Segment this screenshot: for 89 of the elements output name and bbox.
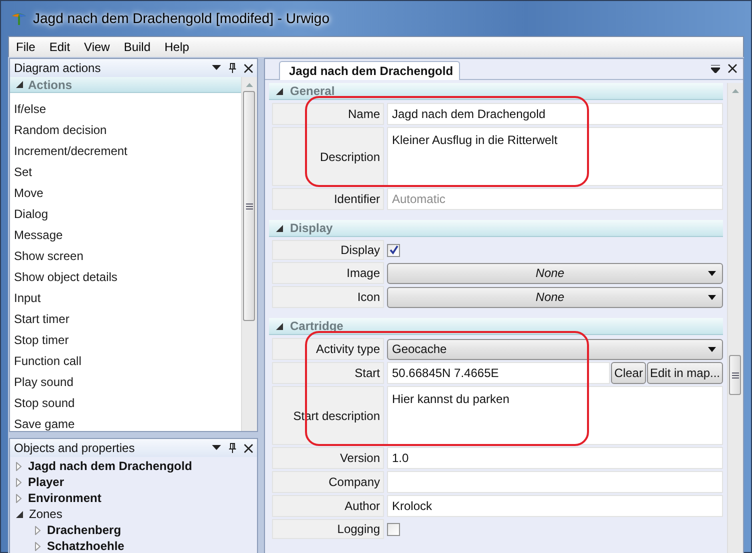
dropdown[interactable]: None xyxy=(387,262,723,284)
section-header[interactable]: Actions xyxy=(28,78,72,92)
scroll-thumb[interactable] xyxy=(729,355,741,395)
text-field[interactable]: Jagd nach dem Drachengold xyxy=(387,103,723,125)
tree-item[interactable]: Schatzhoehle xyxy=(47,539,124,553)
panel-title: Diagram actions xyxy=(14,61,102,75)
document-tab[interactable]: Jagd nach dem Drachengold xyxy=(279,61,460,80)
checkbox[interactable] xyxy=(387,244,400,256)
text-field[interactable]: 1.0 xyxy=(387,447,723,469)
property-label: Image xyxy=(346,266,380,280)
action-item[interactable]: Random decision xyxy=(14,120,107,141)
tree-item[interactable]: Drachenberg xyxy=(47,523,122,537)
text-area[interactable]: Kleiner Ausflug in die Ritterwelt xyxy=(387,127,723,186)
text-field[interactable]: Krolock xyxy=(387,495,723,517)
pin-icon[interactable] xyxy=(229,63,236,73)
tree-item[interactable]: Player xyxy=(28,475,64,489)
scroll-thumb[interactable] xyxy=(243,91,255,321)
property-label: Icon xyxy=(357,290,380,304)
button[interactable]: Clear xyxy=(611,362,646,384)
close-icon[interactable] xyxy=(244,64,253,72)
expanded-arrow-icon[interactable] xyxy=(276,88,283,94)
dropdown[interactable]: None xyxy=(387,286,723,308)
action-item[interactable]: Show object details xyxy=(14,267,118,288)
tree-item[interactable]: Jagd nach dem Drachengold xyxy=(28,459,192,473)
expanded-arrow-icon[interactable] xyxy=(16,510,23,518)
checkbox[interactable] xyxy=(387,522,400,536)
text-field[interactable] xyxy=(387,471,723,493)
grip-icon xyxy=(732,372,738,378)
expanded-arrow-icon[interactable] xyxy=(276,322,283,330)
property-label: Description xyxy=(320,150,380,164)
action-item[interactable]: Save game xyxy=(14,414,75,431)
dropdown-arrow-icon xyxy=(708,346,716,352)
close-icon[interactable] xyxy=(728,64,737,73)
collapsed-arrow-icon[interactable] xyxy=(16,494,22,502)
menu-item[interactable]: File xyxy=(9,40,42,54)
action-item[interactable]: Message xyxy=(14,225,63,246)
action-item[interactable]: Increment/decrement xyxy=(14,141,128,162)
action-item[interactable]: Start timer xyxy=(14,309,70,330)
dropdown-icon[interactable] xyxy=(212,65,221,71)
property-label: Identifier xyxy=(334,192,380,206)
action-item[interactable]: Play sound xyxy=(14,372,74,393)
property-label: Logging xyxy=(337,522,380,536)
grip-icon xyxy=(246,202,252,210)
window-title: Jagd nach dem Drachengold [modifed] - Urwigo xyxy=(33,10,330,26)
dropdown-icon[interactable] xyxy=(212,445,221,451)
menu-item[interactable]: Help xyxy=(158,40,196,54)
button[interactable]: Edit in map... xyxy=(646,362,723,384)
tree-item[interactable]: Zones xyxy=(29,507,62,521)
property-label: Activity type xyxy=(316,342,380,356)
text-field[interactable]: 50.66845N 7.4665E xyxy=(387,362,610,384)
collapsed-arrow-icon[interactable] xyxy=(16,478,22,486)
menu-item[interactable]: View xyxy=(77,40,117,54)
property-label: Author xyxy=(344,499,380,513)
action-item[interactable]: Input xyxy=(14,288,41,309)
section-header[interactable]: Display xyxy=(290,221,333,235)
dropdown[interactable]: Geocache xyxy=(387,338,723,360)
property-label: Company xyxy=(328,475,380,489)
menu-item[interactable]: Build xyxy=(116,40,158,54)
action-item[interactable]: Show screen xyxy=(14,246,84,267)
menu-item[interactable]: Edit xyxy=(42,40,78,54)
pin-icon[interactable] xyxy=(229,443,236,453)
property-label: Version xyxy=(340,451,380,465)
property-label: Start xyxy=(354,366,380,380)
scrollbar[interactable] xyxy=(727,83,743,553)
dropdown-arrow-icon xyxy=(708,294,716,300)
action-item[interactable]: Stop sound xyxy=(14,393,75,414)
property-label: Display xyxy=(340,243,380,257)
panel-title: Objects and properties xyxy=(14,441,136,455)
action-item[interactable]: Dialog xyxy=(14,204,48,225)
dropdown-icon[interactable] xyxy=(711,64,720,72)
action-item[interactable]: Function call xyxy=(14,351,82,372)
scrollbar[interactable] xyxy=(241,77,257,431)
section-header[interactable]: Cartridge xyxy=(290,319,344,333)
collapsed-arrow-icon[interactable] xyxy=(16,462,22,470)
app-icon xyxy=(11,10,27,24)
collapsed-arrow-icon[interactable] xyxy=(35,526,41,534)
text-area[interactable]: Hier kannst du parken xyxy=(387,386,723,445)
action-item[interactable]: Move xyxy=(14,183,44,204)
action-item[interactable]: If/else xyxy=(14,99,46,120)
action-item[interactable]: Stop timer xyxy=(14,330,69,351)
section-header[interactable]: General xyxy=(290,84,335,98)
tree-item[interactable]: Environment xyxy=(28,491,102,505)
property-label: Name xyxy=(348,107,380,121)
dropdown-arrow-icon xyxy=(708,270,716,276)
expanded-arrow-icon[interactable] xyxy=(276,224,283,232)
collapsed-arrow-icon[interactable] xyxy=(35,542,41,550)
expanded-arrow-icon[interactable] xyxy=(16,81,23,88)
close-icon[interactable] xyxy=(244,444,253,452)
action-item[interactable]: Set xyxy=(14,162,32,183)
